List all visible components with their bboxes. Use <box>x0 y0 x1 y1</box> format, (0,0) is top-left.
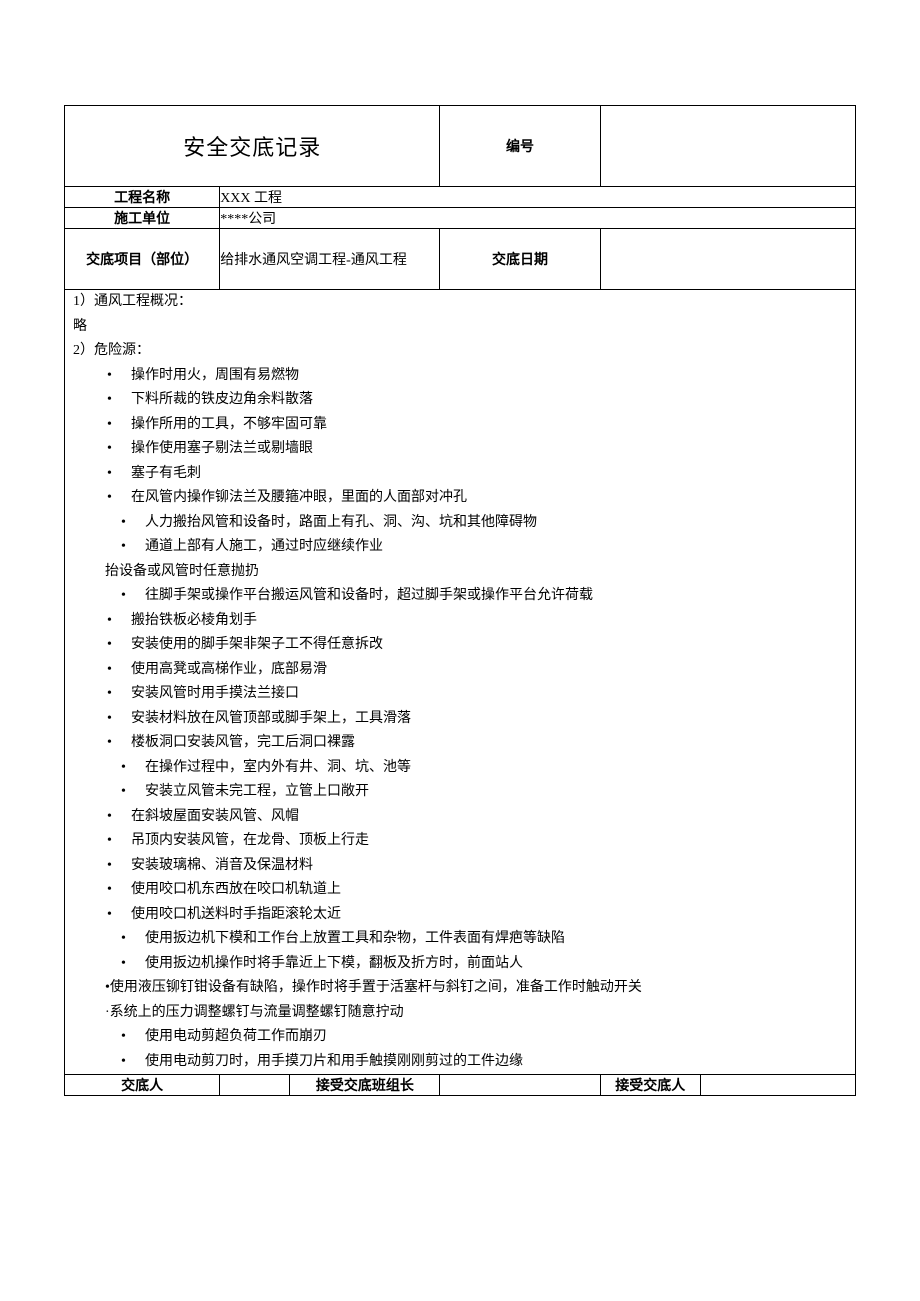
sender-label: 交底人 <box>65 1075 220 1096</box>
inset-line: ·系统上的压力调整螺钉与流量调整螺钉随意拧动 <box>65 1001 855 1026</box>
list-item: 使用电动剪超负荷工作而崩刃 <box>65 1025 855 1050</box>
unit-row: 施工单位 ****公司 <box>65 208 856 229</box>
inset-line: •使用液压铆钉钳设备有缺陷，操作时将手置于活塞杆与斜钉之间，准备工作时触动开关 <box>65 976 855 1001</box>
body-row: 1）通风工程概况： 略 2）危险源： 操作时用火，周围有易燃物 下料所裁的铁皮边… <box>65 290 856 1075</box>
section-overview-heading: 1）通风工程概况： <box>65 290 855 315</box>
list-item: 吊顶内安装风管，在龙骨、顶板上行走 <box>65 829 855 854</box>
section-overview-text: 略 <box>65 315 855 340</box>
page: 安全交底记录 编号 工程名称 XXX 工程 施工单位 ****公司 交底项目（部… <box>0 0 920 1136</box>
list-item: 使用电动剪刀时，用手摸刀片和用手触摸刚刚剪过的工件边缘 <box>65 1050 855 1075</box>
leader-label: 接受交底班组长 <box>290 1075 440 1096</box>
list-item: 使用高凳或高梯作业，底部易滑 <box>65 658 855 683</box>
leader-value <box>440 1075 600 1096</box>
project-label: 工程名称 <box>65 187 220 208</box>
list-item: 搬抬铁板必棱角划手 <box>65 609 855 634</box>
list-item: 塞子有毛刺 <box>65 462 855 487</box>
list-item: 安装使用的脚手架非架子工不得任意拆改 <box>65 633 855 658</box>
hazard-list-a: 操作时用火，周围有易燃物 下料所裁的铁皮边角余料散落 操作所用的工具，不够牢固可… <box>65 364 855 560</box>
list-item: 操作时用火，周围有易燃物 <box>65 364 855 389</box>
list-item: 操作所用的工具，不够牢固可靠 <box>65 413 855 438</box>
list-item: 安装立风管未完工程，立管上口敞开 <box>65 780 855 805</box>
body-content: 1）通风工程概况： 略 2）危险源： 操作时用火，周围有易燃物 下料所裁的铁皮边… <box>65 290 855 1074</box>
title-row: 安全交底记录 编号 <box>65 106 856 187</box>
list-item: 使用咬口机送料时手指距滚轮太近 <box>65 903 855 928</box>
code-label: 编号 <box>440 106 600 187</box>
item-value: 给排水通风空调工程-通风工程 <box>220 229 440 290</box>
list-item: 通道上部有人施工，通过时应继续作业 <box>65 535 855 560</box>
list-item: 使用咬口机东西放在咬口机轨道上 <box>65 878 855 903</box>
hazard-list-b: 往脚手架或操作平台搬运风管和设备时，超过脚手架或操作平台允许荷载 搬抬铁板必棱角… <box>65 584 855 976</box>
list-item: 安装风管时用手摸法兰接口 <box>65 682 855 707</box>
list-item: 在操作过程中，室内外有井、洞、坑、池等 <box>65 756 855 781</box>
hazard-list-c: 使用电动剪超负荷工作而崩刃 使用电动剪刀时，用手摸刀片和用手触摸刚刚剪过的工件边… <box>65 1025 855 1074</box>
list-item: 在斜坡屋面安装风管、风帽 <box>65 805 855 830</box>
sender-value <box>220 1075 290 1096</box>
item-row: 交底项目（部位） 给排水通风空调工程-通风工程 交底日期 <box>65 229 856 290</box>
body-cell: 1）通风工程概况： 略 2）危险源： 操作时用火，周围有易燃物 下料所裁的铁皮边… <box>65 290 856 1075</box>
list-item: 操作使用塞子剔法兰或剔墙眼 <box>65 437 855 462</box>
list-item: 楼板洞口安装风管，完工后洞口裸露 <box>65 731 855 756</box>
unit-label: 施工单位 <box>65 208 220 229</box>
project-value: XXX 工程 <box>220 187 856 208</box>
list-item: 安装材料放在风管顶部或脚手架上，工具滑落 <box>65 707 855 732</box>
inset-line: 抬设备或风管时任意抛扔 <box>65 560 855 585</box>
receiver-label: 接受交底人 <box>600 1075 700 1096</box>
item-label: 交底项目（部位） <box>65 229 220 290</box>
footer-row: 交底人 接受交底班组长 接受交底人 <box>65 1075 856 1096</box>
receiver-value <box>700 1075 855 1096</box>
date-value <box>600 229 855 290</box>
section-hazards-heading: 2）危险源： <box>65 339 855 364</box>
record-table: 安全交底记录 编号 工程名称 XXX 工程 施工单位 ****公司 交底项目（部… <box>64 105 856 1096</box>
list-item: 在风管内操作铆法兰及腰箍冲眼，里面的人面部对冲孔 <box>65 486 855 511</box>
document-title: 安全交底记录 <box>183 135 321 160</box>
list-item: 安装玻璃棉、消音及保温材料 <box>65 854 855 879</box>
list-item: 使用扳边机下模和工作台上放置工具和杂物，工件表面有焊疤等缺陷 <box>65 927 855 952</box>
title-cell: 安全交底记录 <box>65 106 440 187</box>
list-item: 下料所裁的铁皮边角余料散落 <box>65 388 855 413</box>
project-row: 工程名称 XXX 工程 <box>65 187 856 208</box>
list-item: 人力搬抬风管和设备时，路面上有孔、洞、沟、坑和其他障碍物 <box>65 511 855 536</box>
list-item: 往脚手架或操作平台搬运风管和设备时，超过脚手架或操作平台允许荷载 <box>65 584 855 609</box>
date-label: 交底日期 <box>440 229 600 290</box>
unit-value: ****公司 <box>220 208 856 229</box>
list-item: 使用扳边机操作时将手靠近上下模，翻板及折方时，前面站人 <box>65 952 855 977</box>
code-value <box>600 106 855 187</box>
